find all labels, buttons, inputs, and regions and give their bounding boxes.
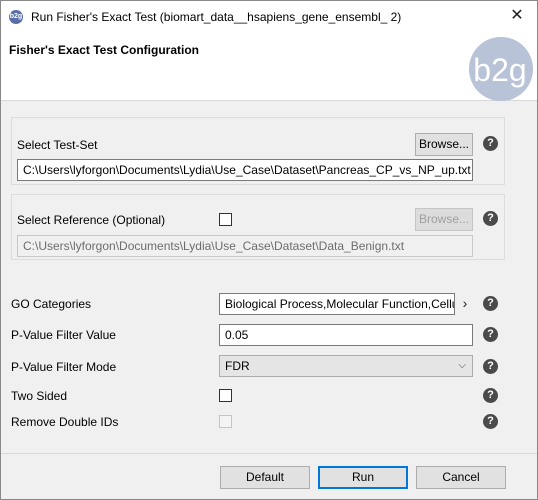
- pvalue-mode-value: FDR: [225, 359, 250, 373]
- test-set-path-field[interactable]: C:\Users\lyforgon\Documents\Lydia\Use_Ca…: [17, 159, 473, 181]
- header-title: Fisher's Exact Test Configuration: [9, 43, 199, 57]
- default-button[interactable]: Default: [220, 466, 310, 489]
- help-icon[interactable]: ?: [483, 296, 498, 311]
- go-categories-label: GO Categories: [11, 297, 92, 311]
- test-set-label: Select Test-Set: [17, 138, 98, 152]
- go-categories-field[interactable]: Biological Process,Molecular Function,Ce…: [219, 293, 455, 315]
- two-sided-checkbox[interactable]: [219, 389, 232, 402]
- test-set-browse-button[interactable]: Browse...: [415, 133, 473, 156]
- close-icon[interactable]: ✕: [509, 7, 525, 25]
- help-icon[interactable]: ?: [483, 136, 498, 151]
- reference-checkbox[interactable]: [219, 213, 232, 226]
- help-icon[interactable]: ?: [483, 388, 498, 403]
- pvalue-filter-field[interactable]: 0.05: [219, 324, 473, 346]
- remove-double-ids-checkbox[interactable]: [219, 415, 232, 428]
- footer-separator: [1, 453, 537, 454]
- chevron-right-icon[interactable]: ›: [458, 294, 472, 312]
- app-icon: b2g: [9, 10, 23, 24]
- reference-label: Select Reference (Optional): [17, 213, 166, 227]
- dialog-window: b2g Run Fisher's Exact Test (biomart_dat…: [0, 0, 538, 500]
- cancel-button[interactable]: Cancel: [416, 466, 506, 489]
- header-panel: Fisher's Exact Test Configuration b2g: [1, 33, 537, 101]
- logo-text: b2g: [473, 52, 526, 88]
- remove-double-ids-label: Remove Double IDs: [11, 415, 119, 429]
- pvalue-mode-select[interactable]: FDR ⌵: [219, 355, 473, 377]
- pvalue-mode-label: P-Value Filter Mode: [11, 360, 117, 374]
- help-icon[interactable]: ?: [483, 359, 498, 374]
- help-icon[interactable]: ?: [483, 414, 498, 429]
- help-icon[interactable]: ?: [483, 327, 498, 342]
- reference-path-field[interactable]: C:\Users\lyforgon\Documents\Lydia\Use_Ca…: [17, 235, 473, 257]
- run-button[interactable]: Run: [318, 466, 408, 489]
- b2g-logo: b2g: [469, 37, 533, 101]
- reference-browse-button[interactable]: Browse...: [415, 208, 473, 231]
- title-bar: b2g Run Fisher's Exact Test (biomart_dat…: [1, 1, 537, 33]
- test-set-group: Select Test-Set Browse... C:\Users\lyfor…: [11, 117, 505, 185]
- window-title: Run Fisher's Exact Test (biomart_data__h…: [31, 10, 402, 24]
- chevron-down-icon: ⌵: [458, 360, 466, 371]
- pvalue-filter-label: P-Value Filter Value: [11, 328, 116, 342]
- help-icon[interactable]: ?: [483, 211, 498, 226]
- two-sided-label: Two Sided: [11, 389, 68, 403]
- reference-group: Select Reference (Optional) Browse... C:…: [11, 194, 505, 260]
